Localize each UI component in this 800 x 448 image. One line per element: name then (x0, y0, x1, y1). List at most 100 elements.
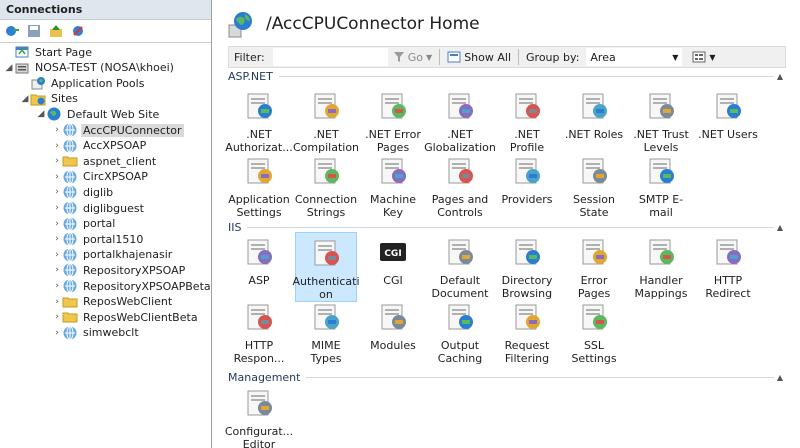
tree-node[interactable]: Start Page (4, 44, 94, 60)
sites-folder-icon (30, 91, 46, 107)
feature-item[interactable]: Configurat... Editor (225, 383, 293, 448)
chevron-right-icon[interactable]: › (52, 312, 62, 322)
tree-node[interactable]: › portal (52, 216, 117, 232)
feature-icon (511, 151, 543, 193)
feature-item[interactable]: CGI CGI (362, 232, 424, 302)
feature-item[interactable]: Connection Strings (295, 151, 357, 221)
tree-node[interactable]: › AccXPSOAP (52, 138, 148, 154)
feature-item[interactable]: SMTP E-mail (630, 151, 692, 221)
save-icon[interactable] (25, 22, 43, 40)
group-by-select[interactable]: Area ▼ (586, 48, 683, 66)
chevron-right-icon[interactable]: › (52, 203, 62, 213)
connect-icon[interactable] (3, 22, 21, 40)
feature-item[interactable]: .NET Trust Levels (630, 86, 692, 156)
feature-item[interactable]: Handler Mappings (630, 232, 692, 302)
feature-item[interactable]: Authenticati on (292, 232, 360, 302)
feature-icon (511, 297, 543, 339)
tree-node[interactable]: ◢ Default Web Site (36, 106, 161, 122)
feature-item[interactable]: Pages and Controls (429, 151, 491, 221)
chevron-right-icon[interactable]: › (52, 219, 62, 229)
filter-label: Filter: (234, 50, 265, 64)
feature-item[interactable]: ASP (228, 232, 290, 302)
tree-node[interactable]: Application Pools (20, 75, 146, 91)
chevron-down-icon: ▼ (709, 52, 716, 62)
chevron-right-icon[interactable]: › (52, 250, 62, 260)
feature-item[interactable]: HTTP Redirect (697, 232, 759, 302)
tree-node[interactable]: › portal1510 (52, 231, 145, 247)
feature-item[interactable]: Output Caching (429, 297, 491, 367)
feature-icon (310, 233, 342, 275)
show-all-button[interactable]: Show All (442, 51, 516, 64)
chevron-down-icon[interactable]: ◢ (36, 109, 46, 119)
feature-item[interactable]: MIME Types (295, 297, 357, 367)
disconnect-icon[interactable] (69, 22, 87, 40)
tree-node[interactable]: › diglibguest (52, 200, 146, 216)
feature-icon (243, 297, 275, 339)
chevron-right-icon[interactable]: › (52, 141, 62, 151)
chevron-down-icon[interactable]: ◢ (4, 63, 14, 73)
feature-item[interactable]: Request Filtering (496, 297, 558, 367)
collapse-icon[interactable]: ▲ (774, 223, 786, 232)
chevron-down-icon[interactable]: ◢ (20, 94, 30, 104)
feature-item[interactable]: .NET Authorizat... (225, 86, 293, 156)
chevron-right-icon[interactable]: › (52, 156, 62, 166)
tree-node[interactable]: › RepositoryXPSOAP (52, 262, 187, 278)
feature-item[interactable]: Machine Key (362, 151, 424, 221)
tree-node[interactable]: ◢ NOSA-TEST (NOSA\khoei) (4, 60, 176, 76)
collapse-icon[interactable]: ▲ (774, 373, 786, 382)
feature-label: .NET Trust (633, 128, 689, 141)
tree-node[interactable]: › diglib (52, 184, 115, 200)
tree-node[interactable]: › AccCPUConnector (52, 122, 184, 138)
web-app-icon (62, 169, 78, 185)
chevron-down-icon: ▼ (426, 52, 433, 62)
tree-node[interactable]: › ReposWebClient (52, 294, 174, 310)
feature-item[interactable]: .NET Compilation (293, 86, 359, 156)
tree-node[interactable]: › portalkhajenasir (52, 247, 174, 263)
tree-node[interactable]: › CircXPSOAP (52, 169, 150, 185)
feature-label: Connection (294, 193, 358, 206)
feature-item[interactable]: Default Document (429, 232, 491, 302)
view-mode-button[interactable]: ▼ (687, 51, 720, 63)
chevron-right-icon[interactable]: › (52, 297, 62, 307)
chevron-right-icon[interactable]: › (52, 234, 62, 244)
tree-node[interactable]: ◢ Sites (20, 91, 80, 107)
feature-label: Session State (573, 193, 615, 219)
feature-item[interactable]: Application Settings (228, 151, 290, 221)
show-all-icon (447, 51, 461, 63)
feature-item[interactable]: .NET Globalization (424, 86, 496, 156)
chevron-right-icon[interactable]: › (52, 172, 62, 182)
feature-item[interactable]: Directory Browsing (496, 232, 558, 302)
feature-item[interactable]: Providers (496, 151, 558, 221)
feature-icon (310, 151, 342, 193)
feature-item[interactable]: .NET Profile (496, 86, 558, 156)
feature-item[interactable]: .NET Roles (563, 86, 625, 156)
server-icon (14, 60, 30, 76)
folder-icon (62, 309, 78, 325)
feature-icon (243, 86, 275, 128)
app-pools-icon (30, 75, 46, 91)
group-by-control: Group by: Area ▼ (521, 48, 687, 66)
collapse-icon[interactable]: ▲ (774, 72, 786, 81)
tree-node[interactable]: › simwebclt (52, 325, 141, 341)
chevron-right-icon[interactable]: › (52, 328, 62, 338)
chevron-right-icon[interactable]: › (52, 281, 62, 291)
globe-icon (46, 106, 62, 122)
filter-input[interactable] (272, 48, 388, 66)
feature-item[interactable]: Modules (362, 297, 424, 367)
tree-node[interactable]: › RepositoryXPSOAPBeta (52, 278, 213, 294)
feature-item[interactable]: Session State (563, 151, 625, 221)
feature-item[interactable]: HTTP Respon... (228, 297, 290, 367)
go-button[interactable]: Go ▼ (388, 51, 437, 64)
chevron-right-icon[interactable]: › (52, 265, 62, 275)
feature-item[interactable]: Error Pages (563, 232, 625, 302)
feature-item[interactable]: SSL Settings (563, 297, 625, 367)
chevron-right-icon[interactable]: › (52, 125, 62, 135)
view-icon (692, 51, 706, 63)
feature-item[interactable]: .NET Users (697, 86, 759, 156)
web-app-icon (62, 262, 78, 278)
feature-item[interactable]: .NET Error Pages (362, 86, 424, 156)
tree-node[interactable]: › ReposWebClientBeta (52, 309, 200, 325)
up-icon[interactable] (47, 22, 65, 40)
chevron-right-icon[interactable]: › (52, 187, 62, 197)
tree-node[interactable]: › aspnet_client (52, 153, 158, 169)
